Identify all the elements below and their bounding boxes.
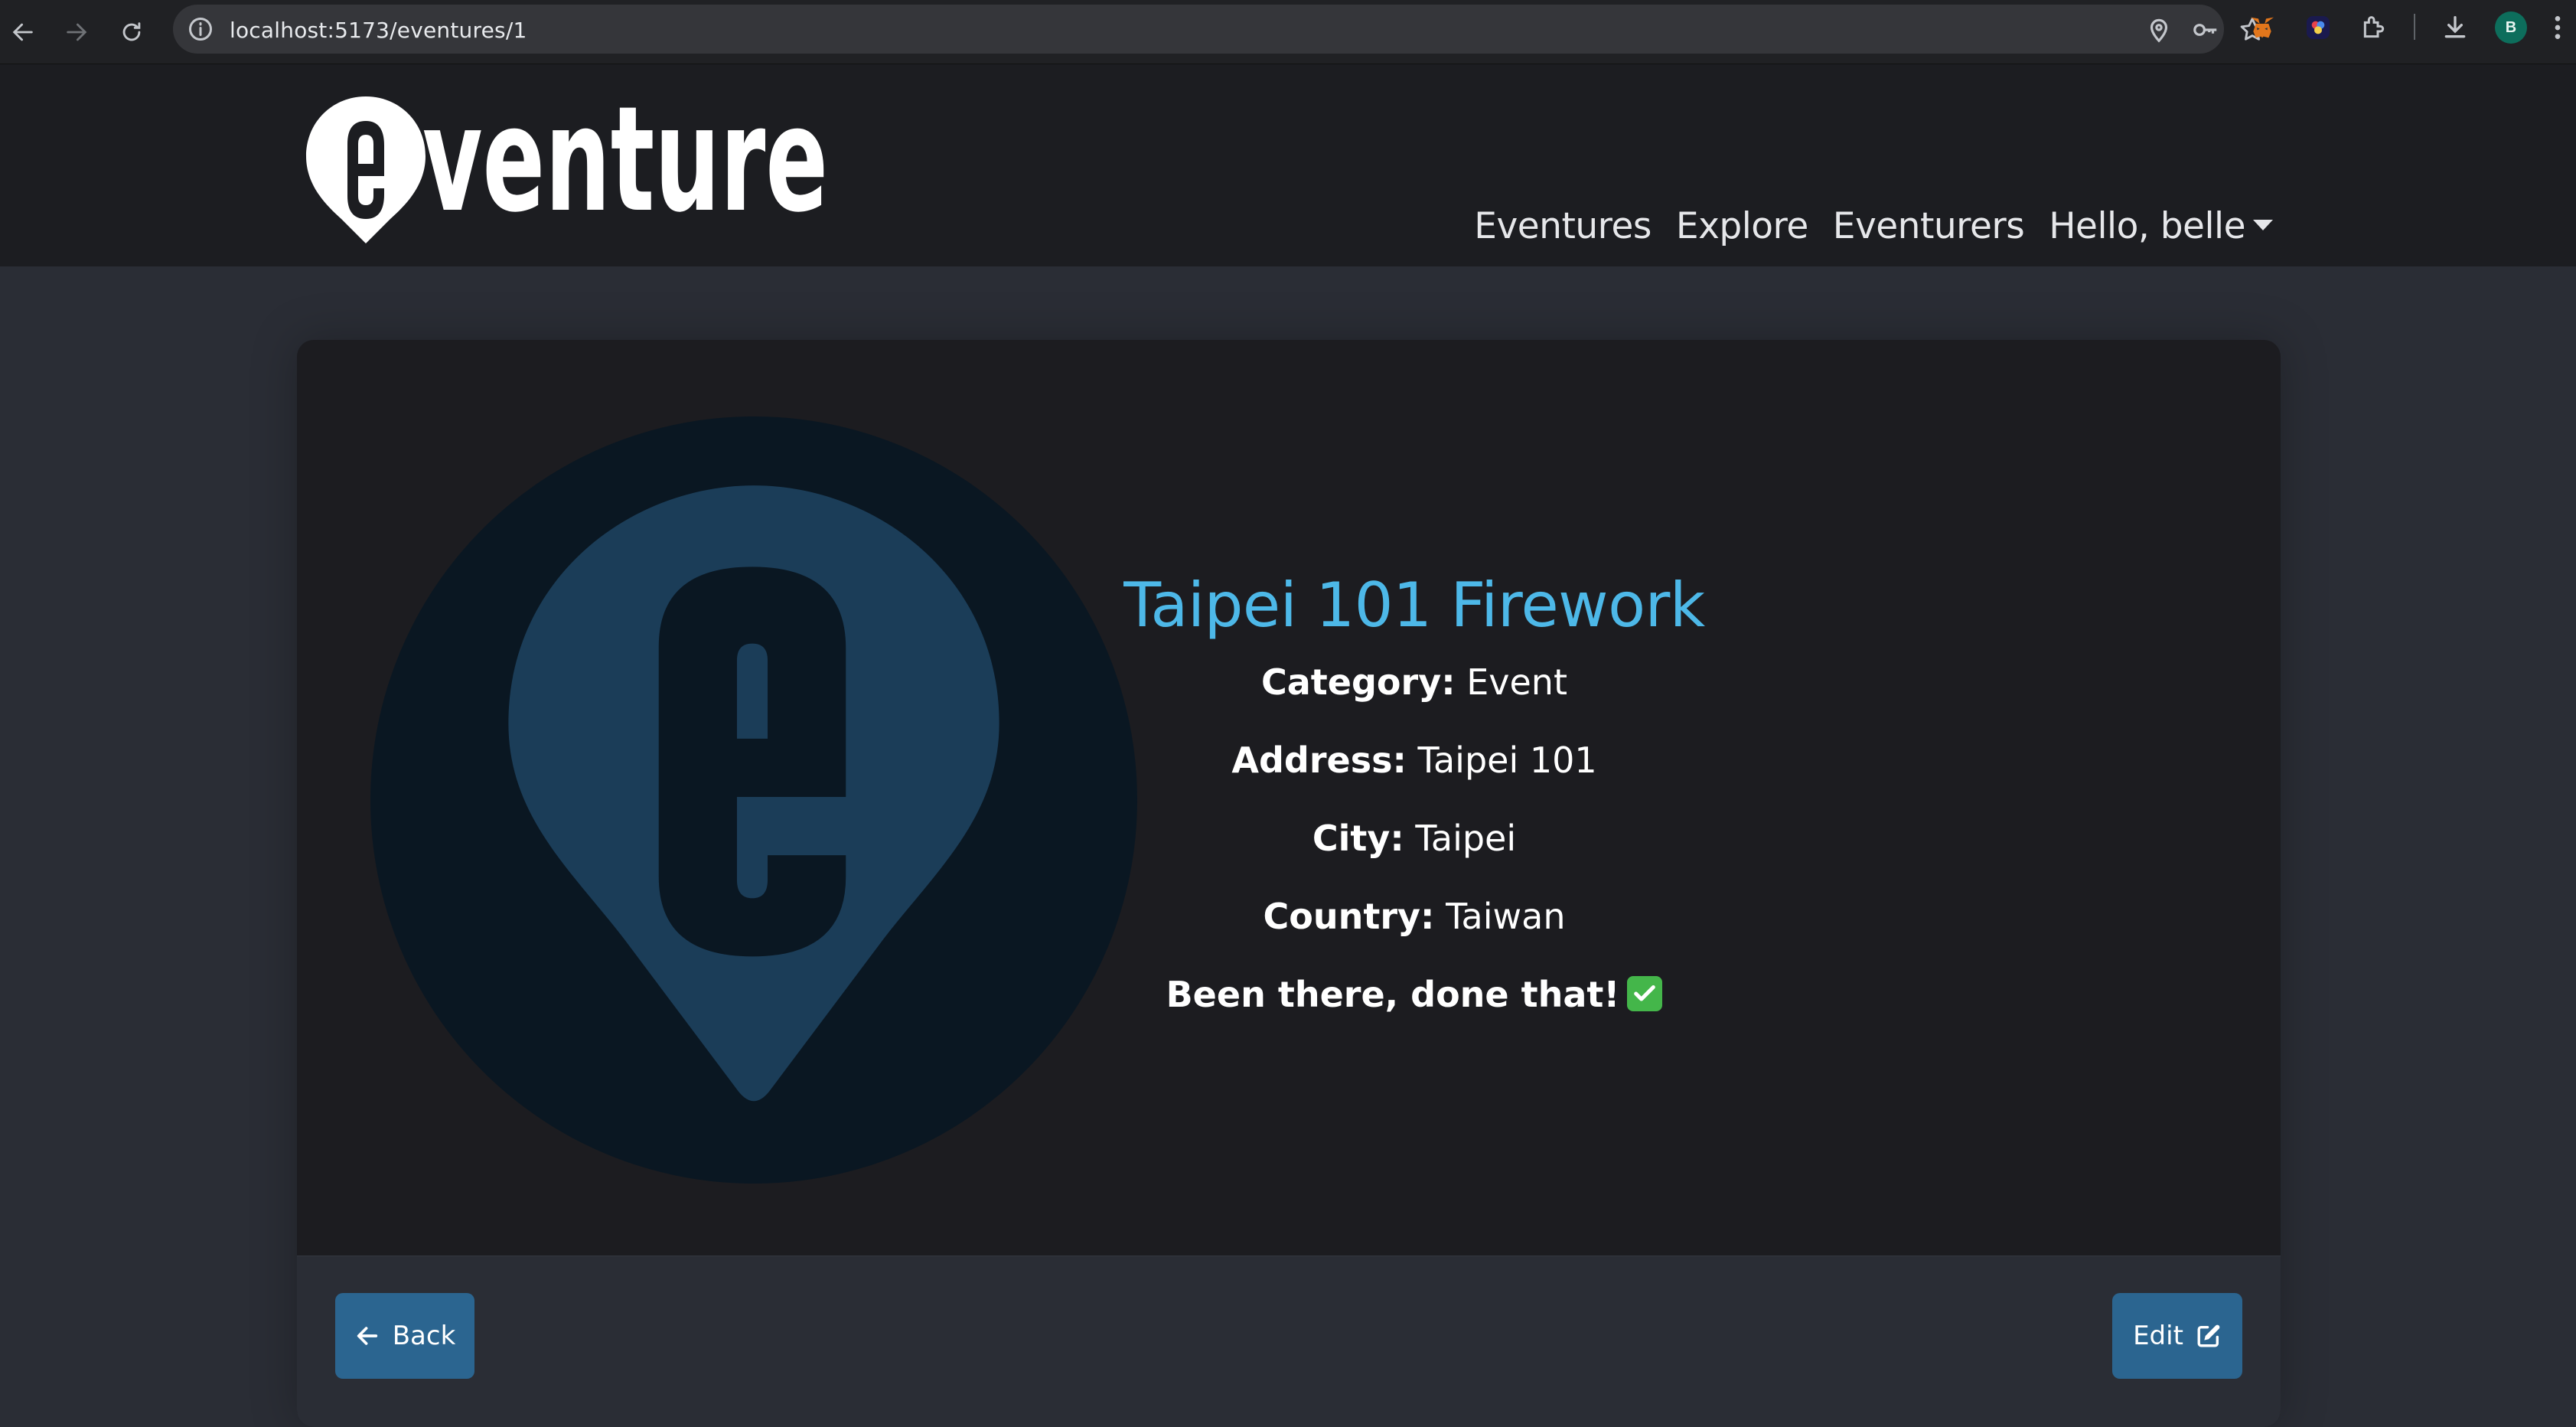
nav-links: Eventures Explore Eventurers Hello, bell… xyxy=(1474,205,2273,247)
eventure-detail-card: Taipei 101 Firework Category: Event Addr… xyxy=(297,340,2281,1427)
country-row: Country: Taiwan xyxy=(687,898,2141,935)
site-info-icon[interactable] xyxy=(187,15,214,43)
address-value: Taipei 101 xyxy=(1417,740,1597,781)
user-menu-dropdown[interactable]: Hello, belle xyxy=(2049,205,2273,247)
visited-status: Been there, done that! xyxy=(687,976,2141,1013)
city-row: City: Taipei xyxy=(687,820,2141,857)
city-label: City: xyxy=(1312,818,1404,859)
card-footer: Back Edit xyxy=(297,1256,2281,1427)
site-navbar: venture Eventures Explore Eventurers Hel… xyxy=(0,64,2576,266)
address-bar[interactable]: localhost:5173/eventures/1 xyxy=(173,5,2265,54)
back-button[interactable]: Back xyxy=(335,1293,474,1379)
browser-menu-icon[interactable] xyxy=(2548,12,2567,43)
arrow-left-icon xyxy=(357,1327,377,1345)
toolbar-divider xyxy=(2414,14,2415,40)
reload-icon[interactable] xyxy=(110,11,153,54)
forward-nav-icon[interactable] xyxy=(55,11,98,54)
nav-link-eventures[interactable]: Eventures xyxy=(1474,205,1652,247)
eventure-title: Taipei 101 Firework xyxy=(1123,570,1705,641)
dropdown-caret-icon xyxy=(2253,220,2273,230)
back-button-label: Back xyxy=(392,1321,456,1351)
city-value: Taipei xyxy=(1415,818,1517,859)
check-mark-icon xyxy=(1627,976,1663,1011)
profile-avatar[interactable]: B xyxy=(2495,11,2527,44)
address-label: Address: xyxy=(1231,740,1407,781)
category-label: Category: xyxy=(1261,661,1456,703)
country-label: Country: xyxy=(1263,896,1435,937)
nav-link-explore[interactable]: Explore xyxy=(1676,205,1808,247)
metamask-extension-icon[interactable] xyxy=(2247,12,2278,43)
eventure-info: Taipei 101 Firework Category: Event Addr… xyxy=(687,570,2141,1054)
svg-text:venture: venture xyxy=(422,90,828,243)
password-key-icon[interactable] xyxy=(2191,15,2220,44)
edit-button[interactable]: Edit xyxy=(2112,1293,2242,1379)
back-nav-icon[interactable] xyxy=(2,11,44,54)
eventure-logo[interactable]: venture xyxy=(303,90,831,243)
downloads-icon[interactable] xyxy=(2440,12,2470,43)
country-value: Taiwan xyxy=(1446,896,1566,937)
browser-toolbar: localhost:5173/eventures/1 B xyxy=(0,0,2576,64)
nav-link-eventurers[interactable]: Eventurers xyxy=(1833,205,2025,247)
edit-button-label: Edit xyxy=(2133,1321,2183,1351)
url-text[interactable]: localhost:5173/eventures/1 xyxy=(230,18,527,43)
extensions-puzzle-icon[interactable] xyxy=(2359,12,2389,43)
category-value: Event xyxy=(1466,661,1567,703)
extension-badge-icon[interactable] xyxy=(2303,12,2333,43)
location-icon[interactable] xyxy=(2144,15,2173,44)
user-greeting: Hello, belle xyxy=(2049,205,2245,247)
edit-pencil-icon xyxy=(2197,1324,2220,1347)
visited-text: Been there, done that! xyxy=(1166,974,1620,1015)
category-row: Category: Event xyxy=(687,664,2141,700)
address-row: Address: Taipei 101 xyxy=(687,742,2141,779)
